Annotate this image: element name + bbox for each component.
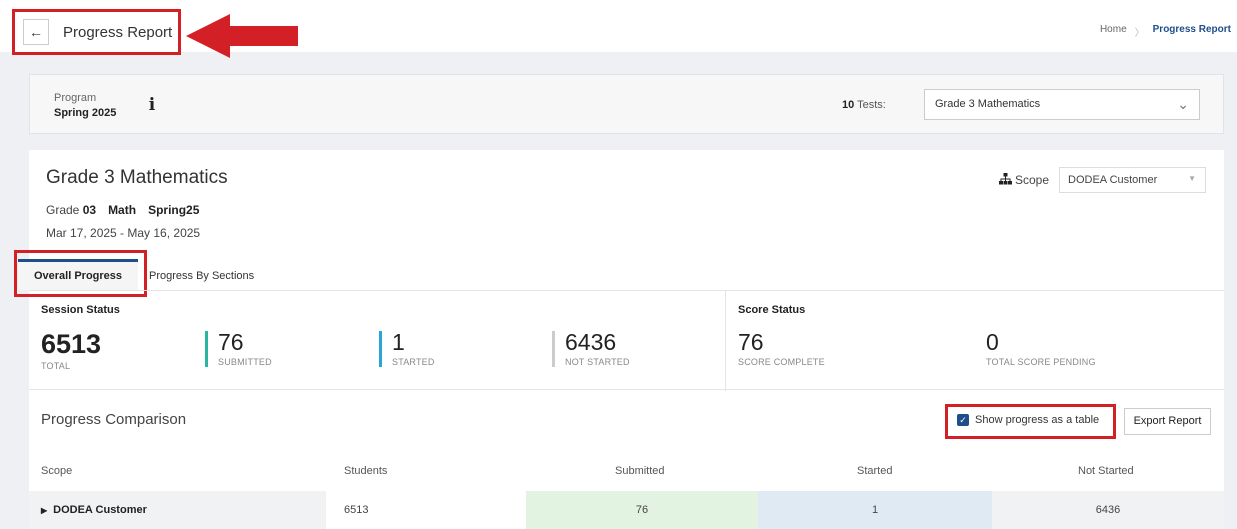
table-row[interactable]: ▶ DODEA Customer 6513 76 1 6436 xyxy=(29,491,1224,529)
back-button[interactable]: ← xyxy=(23,19,49,45)
breadcrumb-current: Progress Report xyxy=(1152,24,1231,35)
stat-submitted: 76 SUBMITTED xyxy=(205,331,272,367)
session-status-label: Session Status xyxy=(41,304,120,316)
row-not-started: 6436 xyxy=(992,491,1224,529)
breadcrumb: Home 〉 Progress Report xyxy=(1100,24,1231,39)
breadcrumb-separator: 〉 xyxy=(1134,28,1145,39)
stat-score-complete: 76 SCORE COMPLETE xyxy=(738,329,825,368)
test-select[interactable]: Grade 3 Mathematics ⌄ xyxy=(924,89,1200,120)
checkbox-checked-icon[interactable]: ✓ xyxy=(957,414,969,426)
stat-score-pending: 0 TOTAL SCORE PENDING xyxy=(986,329,1096,368)
stat-started: 1 STARTED xyxy=(379,331,435,367)
stat-not-started: 6436 NOT STARTED xyxy=(552,331,630,367)
info-icon[interactable]: i xyxy=(141,95,163,117)
test-dates: Mar 17, 2025 - May 16, 2025 xyxy=(46,226,201,240)
stat-total: 6513 TOTAL xyxy=(41,329,102,372)
program-label: Program xyxy=(54,92,97,104)
caret-right-icon[interactable]: ▶ xyxy=(41,506,47,515)
test-select-value: Grade 3 Mathematics xyxy=(935,98,1041,110)
test-meta: Grade 03 Math Spring25 xyxy=(46,203,200,217)
scope-select[interactable]: DODEA Customer ▼ xyxy=(1059,167,1206,193)
annotation-box-title: ← Progress Report xyxy=(12,9,181,55)
show-table-toggle[interactable]: ✓ Show progress as a table xyxy=(957,414,1099,426)
chevron-down-icon: ⌄ xyxy=(1177,96,1189,112)
tab-progress-by-sections[interactable]: Progress By Sections xyxy=(149,270,254,282)
row-started: 1 xyxy=(758,491,992,529)
row-submitted: 76 xyxy=(526,491,758,529)
arrow-left-icon: ← xyxy=(29,24,43,40)
comparison-title: Progress Comparison xyxy=(41,411,187,428)
col-header-not-started[interactable]: Not Started xyxy=(1078,465,1134,477)
score-status-label: Score Status xyxy=(738,304,806,316)
breadcrumb-home[interactable]: Home xyxy=(1100,24,1127,39)
row-scope[interactable]: ▶ DODEA Customer xyxy=(29,491,326,529)
export-report-button[interactable]: Export Report xyxy=(1124,408,1211,435)
stats-area: Session Status Score Status 6513 TOTAL 7… xyxy=(29,290,1224,391)
program-name: Spring 2025 xyxy=(54,107,117,119)
show-table-label: Show progress as a table xyxy=(975,414,1100,426)
hierarchy-icon xyxy=(999,173,1012,185)
stats-divider xyxy=(725,291,726,391)
test-title: Grade 3 Mathematics xyxy=(46,167,228,188)
col-header-started[interactable]: Started xyxy=(857,465,892,477)
col-header-submitted[interactable]: Submitted xyxy=(615,465,665,477)
tests-count: 10 Tests: xyxy=(842,99,886,111)
row-students: 6513 xyxy=(344,504,369,516)
program-card: Program Spring 2025 i 10 Tests: Grade 3 … xyxy=(29,74,1224,134)
page-title: Progress Report xyxy=(63,23,173,41)
annotation-arrow-title xyxy=(186,14,298,58)
scope-select-value: DODEA Customer xyxy=(1068,174,1158,186)
col-header-scope[interactable]: Scope xyxy=(41,465,72,477)
col-header-students[interactable]: Students xyxy=(344,465,387,477)
scope-label: Scope xyxy=(1015,173,1050,187)
caret-down-icon: ▼ xyxy=(1188,174,1196,183)
